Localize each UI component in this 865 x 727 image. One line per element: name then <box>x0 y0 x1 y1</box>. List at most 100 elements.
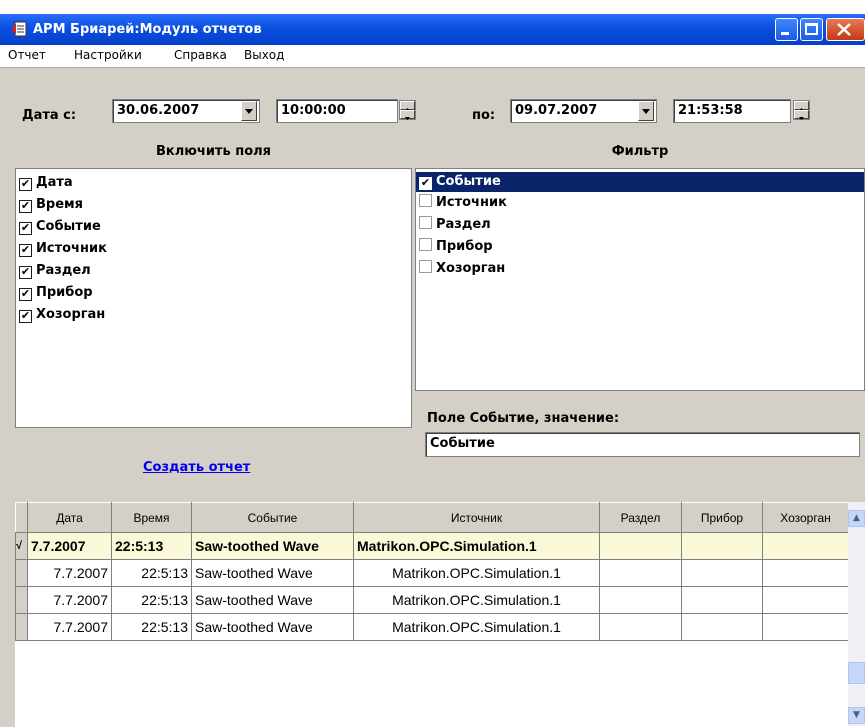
spin-down-button[interactable] <box>794 110 809 120</box>
create-report-link[interactable]: Создать отчет <box>143 460 250 475</box>
field-label: Дата <box>36 175 73 190</box>
table-cell[interactable]: Matrikon.OPC.Simulation.1 <box>353 532 600 560</box>
scroll-up-button[interactable]: ▲ <box>848 510 865 527</box>
filter-label: Хозорган <box>436 261 506 276</box>
checkbox-checked[interactable]: ✔ <box>19 288 32 301</box>
maximize-button[interactable] <box>800 18 823 41</box>
scroll-thumb[interactable] <box>848 662 865 684</box>
time-from-spinner[interactable] <box>399 100 416 120</box>
list-item[interactable]: ✔ Событие <box>16 216 411 238</box>
menu-bar: Отчет Настройки Справка Выход <box>0 45 865 68</box>
menu-help[interactable]: Справка <box>174 48 227 62</box>
list-item[interactable]: ✔ Время <box>16 194 411 216</box>
column-header[interactable]: Хозорган <box>762 502 849 533</box>
menu-exit[interactable]: Выход <box>244 48 284 62</box>
filter-value-input[interactable]: Событие <box>425 432 860 457</box>
time-from-field[interactable]: 10:00:00 <box>276 99 398 123</box>
table-cell[interactable]: Saw-toothed Wave <box>191 613 354 641</box>
table-cell[interactable]: Saw-toothed Wave <box>191 586 354 614</box>
table-cell[interactable]: Matrikon.OPC.Simulation.1 <box>353 559 600 587</box>
table-cell[interactable]: Saw-toothed Wave <box>191 532 354 560</box>
table-cell[interactable]: 22:5:13 <box>111 586 192 614</box>
checkbox-unchecked[interactable] <box>419 238 432 251</box>
date-from-combo[interactable]: 30.06.2007 <box>112 99 260 123</box>
checkbox-checked[interactable]: ✔ <box>19 178 32 191</box>
filter-list[interactable]: ✔ Событие Источник Раздел Прибор Хозорган <box>415 168 865 391</box>
table-cell[interactable]: 7.7.2007 <box>27 532 112 560</box>
table-cell[interactable] <box>681 532 763 560</box>
checkbox-unchecked[interactable] <box>419 194 432 207</box>
spin-up-button[interactable] <box>400 101 415 111</box>
spin-up-button[interactable] <box>794 101 809 111</box>
date-from-label: Дата с: <box>22 108 77 123</box>
table-cell[interactable] <box>762 586 849 614</box>
table-cell[interactable]: 22:5:13 <box>111 559 192 587</box>
column-header[interactable]: Событие <box>191 502 354 533</box>
column-header[interactable]: Раздел <box>599 502 682 533</box>
grid-header: Дата Время Событие Источник Раздел Прибо… <box>15 502 849 533</box>
table-cell[interactable] <box>681 586 763 614</box>
table-cell[interactable] <box>762 532 849 560</box>
list-item[interactable]: Хозорган <box>416 258 864 280</box>
table-row[interactable]: 7.7.2007 22:5:13 Saw-toothed Wave Matrik… <box>15 559 849 587</box>
time-to-field[interactable]: 21:53:58 <box>673 99 791 123</box>
arrow-down-icon <box>799 117 804 120</box>
table-cell[interactable] <box>599 532 682 560</box>
fields-list[interactable]: ✔ Дата ✔ Время ✔ Событие ✔ Источник ✔ Раздел … <box>15 168 412 428</box>
column-header[interactable]: Источник <box>353 502 600 533</box>
table-cell[interactable]: Matrikon.OPC.Simulation.1 <box>353 613 600 641</box>
table-cell[interactable] <box>599 586 682 614</box>
checkbox-checked[interactable]: ✔ <box>19 244 32 257</box>
column-header[interactable]: Прибор <box>681 502 763 533</box>
vertical-scrollbar[interactable]: ▲ ▼ <box>848 502 865 726</box>
table-cell[interactable]: 7.7.2007 <box>27 559 112 587</box>
table-cell[interactable] <box>762 559 849 587</box>
close-button[interactable] <box>826 18 865 41</box>
list-item[interactable]: ✔ Раздел <box>16 260 411 282</box>
list-item[interactable]: ✔ Прибор <box>16 282 411 304</box>
table-cell[interactable] <box>681 559 763 587</box>
results-grid[interactable]: Дата Время Событие Источник Раздел Прибо… <box>15 502 865 727</box>
list-item[interactable]: Раздел <box>416 214 864 236</box>
list-item-selected[interactable]: ✔ Событие <box>416 172 864 192</box>
chevron-down-icon <box>642 109 650 114</box>
date-to-combo[interactable]: 09.07.2007 <box>510 99 657 123</box>
list-item[interactable]: ✔ Источник <box>16 238 411 260</box>
list-item[interactable]: ✔ Дата <box>16 172 411 194</box>
table-cell[interactable]: 7.7.2007 <box>27 613 112 641</box>
column-header[interactable]: Дата <box>27 502 112 533</box>
checkbox-checked[interactable]: ✔ <box>19 266 32 279</box>
checkbox-checked[interactable]: ✔ <box>19 222 32 235</box>
scroll-down-button[interactable]: ▼ <box>848 707 865 724</box>
filter-panel-title: Фильтр <box>415 138 865 168</box>
checkbox-unchecked[interactable] <box>419 260 432 273</box>
list-item[interactable]: Прибор <box>416 236 864 258</box>
menu-settings[interactable]: Настройки <box>74 48 142 62</box>
date-from-dropdown-button[interactable] <box>241 101 257 121</box>
list-item[interactable]: Источник <box>416 192 864 214</box>
table-cell[interactable]: 7.7.2007 <box>27 586 112 614</box>
field-label: Событие <box>36 219 101 234</box>
table-cell[interactable] <box>599 613 682 641</box>
table-row[interactable]: 7.7.2007 22:5:13 Saw-toothed Wave Matrik… <box>15 586 849 614</box>
table-cell[interactable]: 22:5:13 <box>111 532 192 560</box>
table-cell[interactable] <box>599 559 682 587</box>
column-header[interactable]: Время <box>111 502 192 533</box>
table-cell[interactable] <box>681 613 763 641</box>
spin-down-button[interactable] <box>400 110 415 120</box>
table-cell[interactable]: 22:5:13 <box>111 613 192 641</box>
table-row[interactable]: 7.7.2007 22:5:13 Saw-toothed Wave Matrik… <box>15 613 849 641</box>
time-to-spinner[interactable] <box>793 100 810 120</box>
table-cell[interactable]: Matrikon.OPC.Simulation.1 <box>353 586 600 614</box>
table-cell[interactable]: Saw-toothed Wave <box>191 559 354 587</box>
minimize-button[interactable] <box>775 18 798 41</box>
checkbox-checked[interactable]: ✔ <box>19 200 32 213</box>
checkbox-checked[interactable]: ✔ <box>19 310 32 323</box>
checkbox-unchecked[interactable] <box>419 216 432 229</box>
checkbox-checked[interactable]: ✔ <box>419 177 432 190</box>
table-row-current[interactable]: √ 7.7.2007 22:5:13 Saw-toothed Wave Matr… <box>15 532 849 560</box>
list-item[interactable]: ✔ Хозорган <box>16 304 411 326</box>
menu-report[interactable]: Отчет <box>8 48 46 62</box>
date-to-dropdown-button[interactable] <box>638 101 654 121</box>
table-cell[interactable] <box>762 613 849 641</box>
